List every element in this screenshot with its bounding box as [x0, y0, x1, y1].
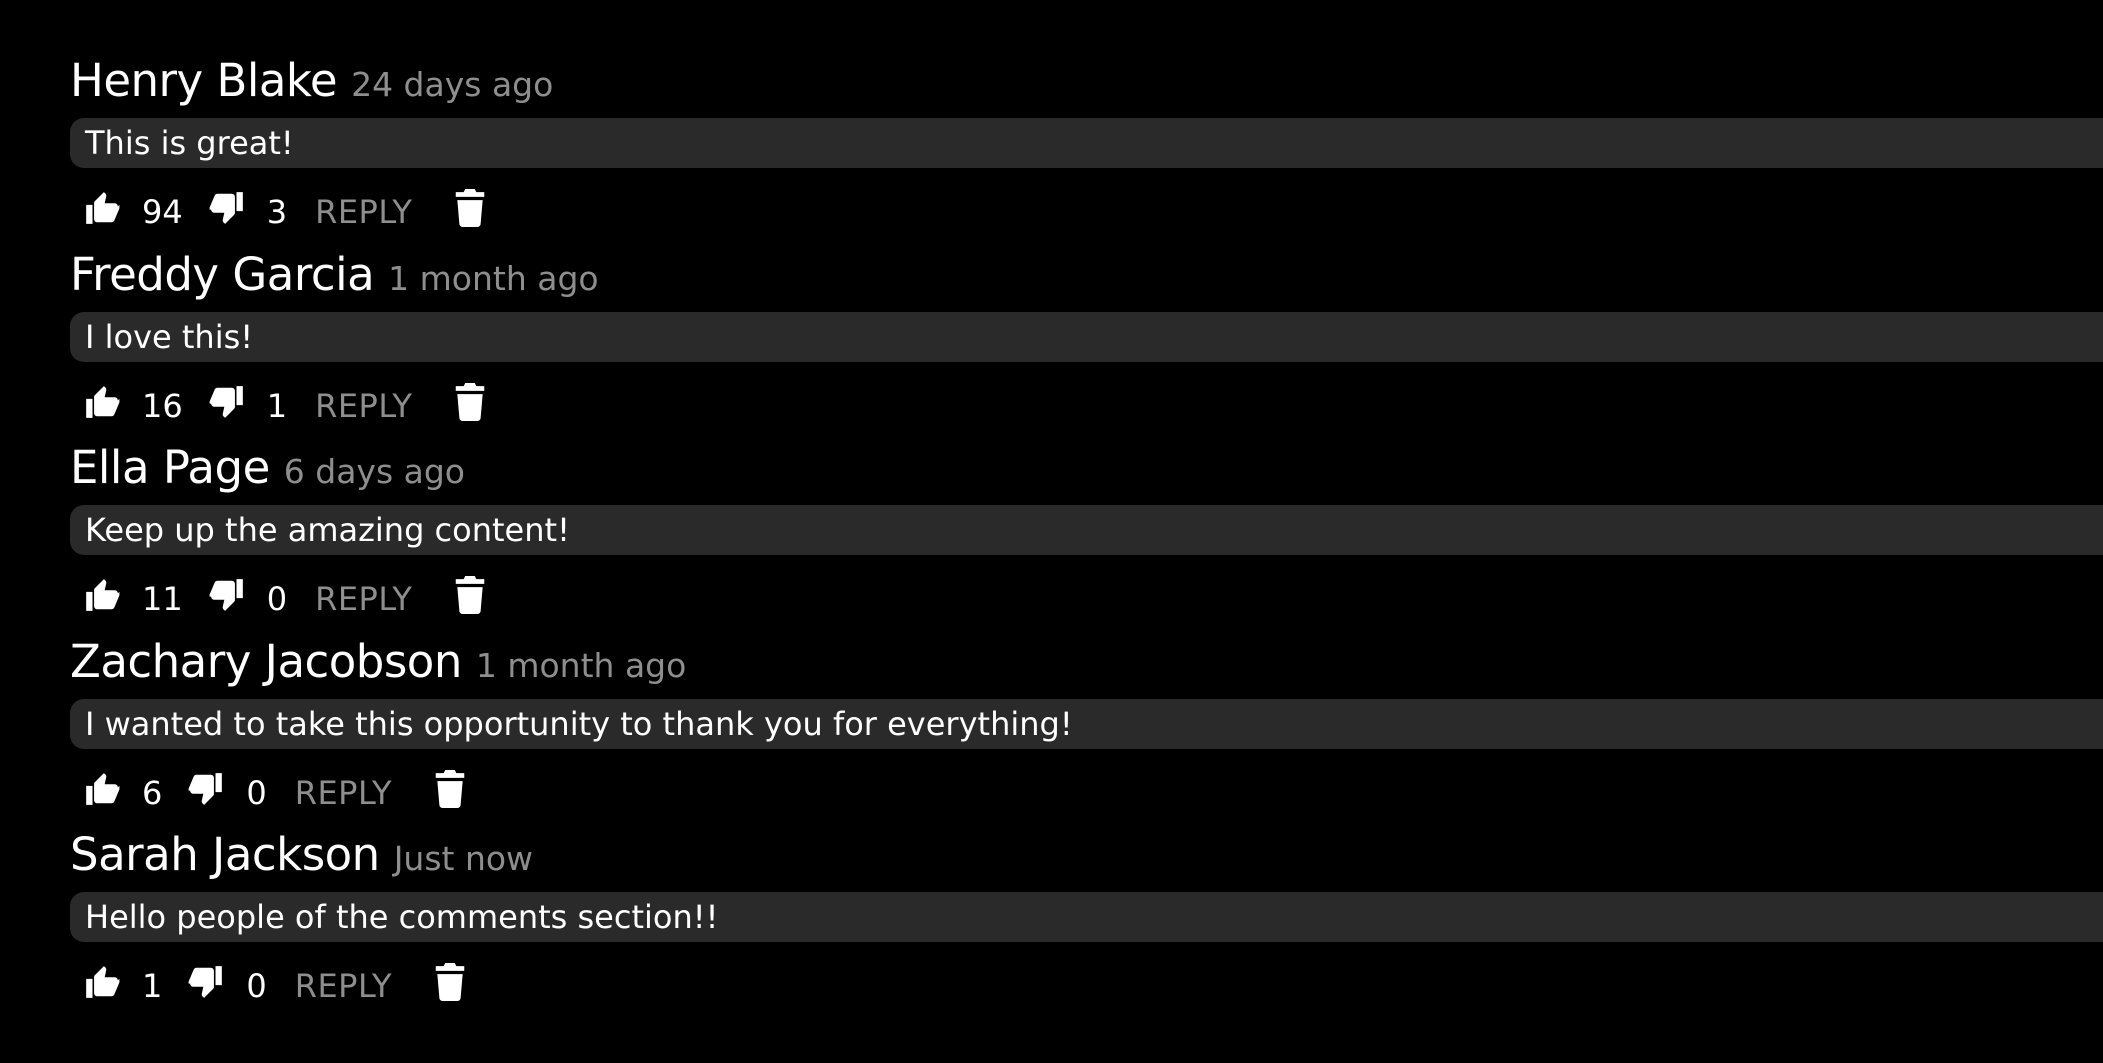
- trash-icon[interactable]: [450, 188, 490, 228]
- reply-button[interactable]: REPLY: [295, 774, 392, 812]
- like-count: 11: [142, 580, 183, 618]
- thumbs-up-icon[interactable]: [82, 769, 122, 809]
- comment-author: Zachary Jacobson: [70, 634, 462, 688]
- dislike-count: 0: [246, 773, 267, 812]
- comment-header: Henry Blake 24 days ago: [70, 54, 2103, 118]
- comment-timestamp: 6 days ago: [283, 452, 465, 491]
- dislike-count: 0: [266, 580, 288, 618]
- comment-text: Keep up the amazing content!: [70, 505, 2103, 555]
- thumbs-down-icon[interactable]: [207, 575, 247, 615]
- reply-button[interactable]: REPLY: [315, 387, 412, 425]
- reply-button[interactable]: REPLY: [295, 967, 392, 1005]
- comment-timestamp: 1 month ago: [475, 645, 687, 685]
- like-count: 1: [142, 967, 163, 1005]
- thumbs-up-icon[interactable]: [82, 962, 122, 1002]
- like-count: 6: [142, 773, 163, 812]
- dislike-count: 1: [266, 386, 288, 425]
- reply-button[interactable]: REPLY: [315, 193, 412, 231]
- trash-icon[interactable]: [450, 575, 490, 615]
- comment-header: Zachary Jacobson 1 month ago: [70, 635, 2103, 699]
- thumbs-up-icon[interactable]: [82, 382, 122, 422]
- comment-actions: 6 0 REPLY: [70, 749, 2103, 829]
- comment-text: Hello people of the comments section!!: [70, 892, 2103, 942]
- comment-author: Sarah Jackson: [70, 828, 380, 881]
- reply-button[interactable]: REPLY: [315, 580, 412, 618]
- thumbs-down-icon[interactable]: [186, 769, 226, 809]
- comment-header: Ella Page 6 days ago: [70, 441, 2103, 505]
- comment-actions: 1 0 REPLY: [70, 942, 2103, 1022]
- comment-text: This is great!: [70, 118, 2103, 168]
- comment-author: Henry Blake: [70, 54, 338, 107]
- comment-author: Freddy Garcia: [70, 247, 375, 301]
- comment-actions: 16 1 REPLY: [70, 362, 2103, 442]
- comment-timestamp: Just now: [393, 839, 534, 878]
- trash-icon[interactable]: [430, 769, 470, 809]
- trash-icon[interactable]: [450, 382, 490, 422]
- comment-timestamp: 1 month ago: [388, 258, 599, 298]
- comment: Ella Page 6 days ago Keep up the amazing…: [70, 441, 2103, 635]
- trash-icon[interactable]: [430, 962, 470, 1002]
- thumbs-down-icon[interactable]: [207, 382, 247, 422]
- comment-header: Freddy Garcia 1 month ago: [70, 248, 2103, 312]
- comment: Sarah Jackson Just now Hello people of t…: [70, 828, 2103, 1022]
- thumbs-down-icon[interactable]: [186, 962, 226, 1002]
- comment-author: Ella Page: [70, 441, 270, 494]
- comment-text: I wanted to take this opportunity to tha…: [70, 698, 2103, 749]
- comment-text: I love this!: [70, 311, 2103, 362]
- like-count: 16: [142, 386, 183, 425]
- comment: Zachary Jacobson 1 month ago I wanted to…: [70, 635, 2103, 829]
- thumbs-down-icon[interactable]: [207, 188, 247, 228]
- comment-actions: 11 0 REPLY: [70, 555, 2103, 635]
- comment: Henry Blake 24 days ago This is great! 9…: [70, 54, 2103, 248]
- thumbs-up-icon[interactable]: [82, 575, 122, 615]
- comment: Freddy Garcia 1 month ago I love this! 1…: [70, 248, 2103, 442]
- dislike-count: 3: [266, 193, 288, 231]
- comment-list: Henry Blake 24 days ago This is great! 9…: [70, 0, 2103, 1022]
- comment-actions: 94 3 REPLY: [70, 168, 2103, 248]
- comment-header: Sarah Jackson Just now: [70, 828, 2103, 892]
- like-count: 94: [142, 193, 183, 231]
- thumbs-up-icon[interactable]: [82, 188, 122, 228]
- dislike-count: 0: [246, 967, 267, 1005]
- comment-timestamp: 24 days ago: [351, 65, 554, 104]
